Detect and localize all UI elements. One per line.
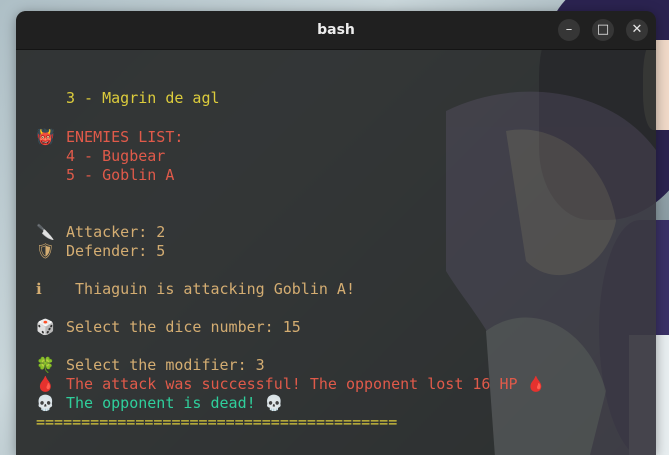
skull-icon: 💀 [255,394,284,412]
attack-result-line: 🩸 The attack was successful! The opponent… [36,375,545,394]
death-message-text: The opponent is dead! [66,394,256,412]
death-message-line: 💀 The opponent is dead! 💀 [36,394,283,413]
modifier-prompt-line: 🍀 Select the modifier: 3 [36,356,265,375]
info-text: Thiaguin is attacking Goblin A! [66,280,355,298]
terminal-output[interactable]: 3 - Magrin de agl 👹 ENEMIES LIST: 4 - Bug… [16,50,656,455]
drop-of-blood-icon: 🩸 [517,375,546,393]
defender-line: 🛡 Defender: 5 [36,242,165,261]
modifier-prompt-text: Select the modifier: 3 [66,356,265,374]
dice-icon: 🎲 [36,318,55,336]
enemy-label: 5 - Goblin A [66,166,175,184]
ogre-icon: 👹 [36,128,55,146]
maximize-button[interactable]: □ [592,19,614,41]
enemy-label: 4 - Bugbear [66,147,166,165]
enemies-header-text: ENEMIES LIST: [66,128,184,146]
separator-line: ======================================== [36,413,398,431]
info-line: ℹ Thiaguin is attacking Goblin A! [36,280,355,299]
info-icon: ℹ [36,280,42,298]
enemy-list-item: 4 - Bugbear [36,147,165,166]
shield-icon: 🛡 [36,242,56,260]
enemy-list-item: 5 - Goblin A [36,166,174,185]
enemies-header-line: 👹 ENEMIES LIST: [36,128,183,147]
knife-icon: 🔪 [36,223,55,241]
attacker-text: Attacker: 2 [66,223,166,241]
ally-line-text: 3 - Magrin de agl [66,89,220,107]
minimize-button[interactable]: – [558,19,580,41]
clover-icon: 🍀 [36,356,55,374]
dice-prompt-line: 🎲 Select the dice number: 15 [36,318,301,337]
skull-icon: 💀 [36,394,55,412]
dice-prompt-text: Select the dice number: 15 [66,318,301,336]
terminal-window[interactable]: bash – □ ✕ 3 - Magrin de agl 👹 ENEMIES LI… [16,11,656,455]
close-button[interactable]: ✕ [626,19,648,41]
drop-of-blood-icon: 🩸 [36,375,55,393]
defender-text: Defender: 5 [66,242,166,260]
ally-line: 3 - Magrin de agl [36,89,220,108]
window-titlebar[interactable]: bash – □ ✕ [16,11,656,50]
attacker-line: 🔪 Attacker: 2 [36,223,165,242]
attack-result-text: The attack was successful! The opponent … [66,375,518,393]
